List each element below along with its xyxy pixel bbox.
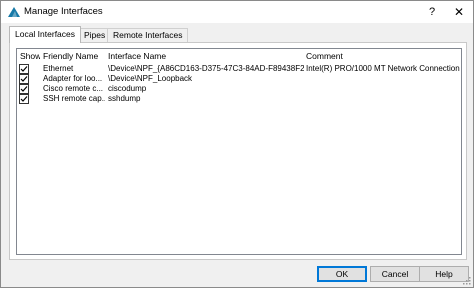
interface-name-cell: \Device\NPF_Loopback: [108, 74, 193, 83]
interface-name-cell: ciscodump: [108, 84, 147, 93]
comment-cell[interactable]: Intel(R) PRO/1000 MT Network Connection: [306, 64, 460, 74]
table-row[interactable]: Cisco remote c... ciscodump: [17, 84, 461, 94]
list-header: Show Friendly Name Interface Name Commen…: [17, 49, 461, 63]
table-row[interactable]: SSH remote cap... sshdump: [17, 94, 461, 104]
tab-remote-interfaces[interactable]: Remote Interfaces: [107, 28, 189, 42]
table-row[interactable]: Ethernet \Device\NPF_{A86CD163-D375-47C3…: [17, 64, 461, 74]
comment-cell[interactable]: [306, 74, 460, 84]
interfaces-list[interactable]: Show Friendly Name Interface Name Commen…: [16, 48, 462, 255]
checkmark-icon: [20, 66, 28, 72]
title-help-button[interactable]: ?: [421, 1, 443, 23]
local-interfaces-panel: Show Friendly Name Interface Name Commen…: [9, 42, 467, 260]
window-title: Manage Interfaces: [24, 6, 103, 17]
close-button[interactable]: ✕: [445, 1, 473, 23]
column-header-comment[interactable]: Comment: [306, 49, 456, 63]
comment-cell[interactable]: [306, 84, 460, 94]
ok-button[interactable]: OK: [317, 266, 367, 282]
column-header-interface-name[interactable]: Interface Name: [108, 49, 258, 63]
checkmark-icon: [20, 96, 28, 102]
column-header-show[interactable]: Show: [20, 49, 40, 63]
column-header-friendly-name[interactable]: Friendly Name: [43, 49, 109, 63]
resize-grip-icon[interactable]: [463, 277, 471, 285]
interface-name-cell: sshdump: [108, 94, 141, 103]
title-bar[interactable]: Manage Interfaces ? ✕: [1, 1, 473, 23]
show-checkbox[interactable]: [19, 94, 29, 104]
wireshark-fin-icon: [7, 5, 21, 19]
comment-cell[interactable]: [306, 94, 460, 104]
show-checkbox[interactable]: [19, 74, 29, 84]
friendly-name-cell: SSH remote cap...: [43, 94, 105, 103]
friendly-name-cell: Cisco remote c...: [43, 84, 104, 93]
cancel-button[interactable]: Cancel: [370, 266, 420, 282]
checkmark-icon: [20, 76, 28, 82]
show-checkbox[interactable]: [19, 64, 29, 74]
help-button[interactable]: Help: [419, 266, 469, 282]
dialog-window: Manage Interfaces ? ✕ Local Interfaces P…: [0, 0, 474, 288]
interface-name-cell: \Device\NPF_{A86CD163-D375-47C3-84AD-F89…: [108, 64, 304, 73]
tab-local-interfaces[interactable]: Local Interfaces: [9, 26, 82, 43]
friendly-name-cell: Adapter for loo...: [43, 74, 103, 83]
checkmark-icon: [20, 86, 28, 92]
friendly-name-cell: Ethernet: [43, 64, 74, 73]
show-checkbox[interactable]: [19, 84, 29, 94]
table-row[interactable]: Adapter for loo... \Device\NPF_Loopback: [17, 74, 461, 84]
